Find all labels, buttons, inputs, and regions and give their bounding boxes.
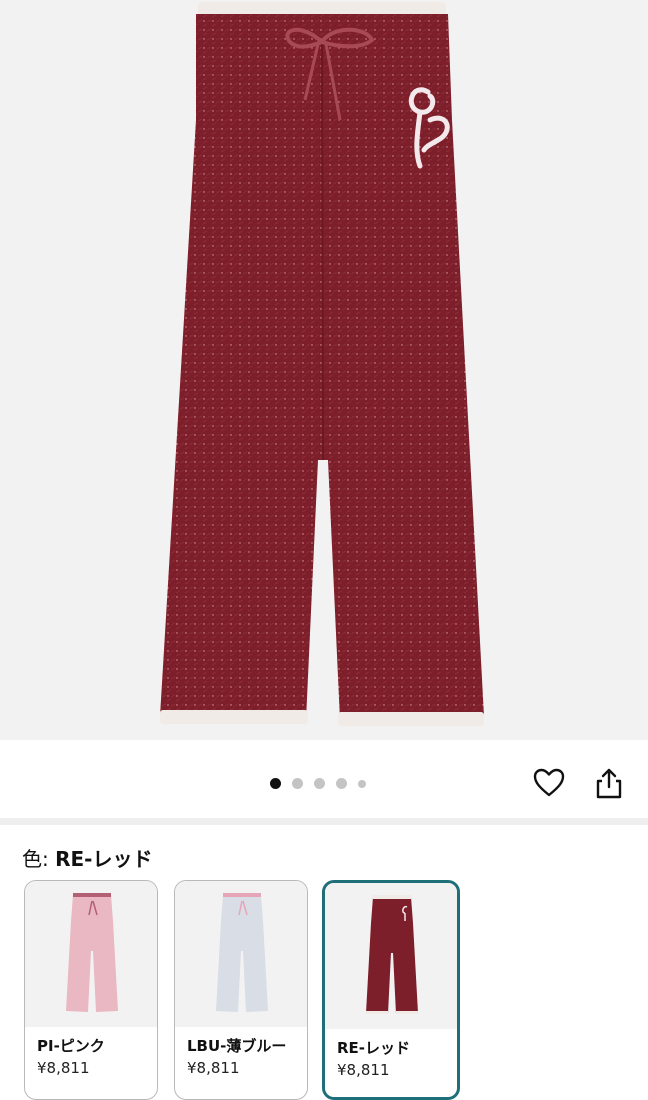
share-button[interactable] [592, 766, 626, 800]
pants-thumbnail-red [366, 895, 418, 1014]
heart-icon [533, 768, 565, 797]
pants-thumbnail-blue [216, 893, 268, 1012]
swatch-pink[interactable]: PI-ピンク ¥8,811 [24, 880, 158, 1100]
left-hem-trim [160, 710, 308, 724]
gallery-dot-1[interactable] [270, 778, 281, 789]
swatch-price: ¥8,811 [337, 1061, 390, 1079]
share-icon [596, 768, 622, 799]
gallery-dot-2[interactable] [292, 778, 303, 789]
swatch-red-selected[interactable]: RE-レッド ¥8,811 [322, 880, 460, 1100]
swatch-thumbnail [175, 881, 307, 1027]
swatch-thumbnail [325, 883, 457, 1029]
swatch-price: ¥8,811 [37, 1059, 90, 1077]
color-label-prefix: 色: [22, 847, 56, 871]
gallery-toolbar [0, 740, 648, 818]
selected-color-value: RE-レッド [55, 847, 153, 871]
swatch-thumbnail [25, 881, 157, 1027]
section-divider [0, 818, 648, 825]
swatch-price: ¥8,811 [187, 1059, 240, 1077]
product-image[interactable] [0, 0, 648, 740]
swatch-name: PI-ピンク [37, 1037, 105, 1055]
swatch-name: LBU-薄ブルー [187, 1037, 287, 1055]
gallery-dot-3[interactable] [314, 778, 325, 789]
gallery-dot-5[interactable] [358, 779, 366, 788]
gallery-pagination [270, 778, 366, 789]
favorite-button[interactable] [532, 766, 566, 800]
pants-thumbnail-pink [66, 893, 118, 1012]
swatch-name: RE-レッド [337, 1039, 411, 1057]
swatch-light-blue[interactable]: LBU-薄ブルー ¥8,811 [174, 880, 308, 1100]
color-swatch-list: PI-ピンク ¥8,811 LBU-薄ブルー ¥8,811 RE-レッド ¥8,… [24, 880, 648, 1100]
pants-illustration [160, 2, 484, 726]
right-hem-trim [338, 712, 484, 726]
color-label: 色: RE-レッド [22, 843, 152, 872]
gallery-dot-4[interactable] [336, 778, 347, 789]
